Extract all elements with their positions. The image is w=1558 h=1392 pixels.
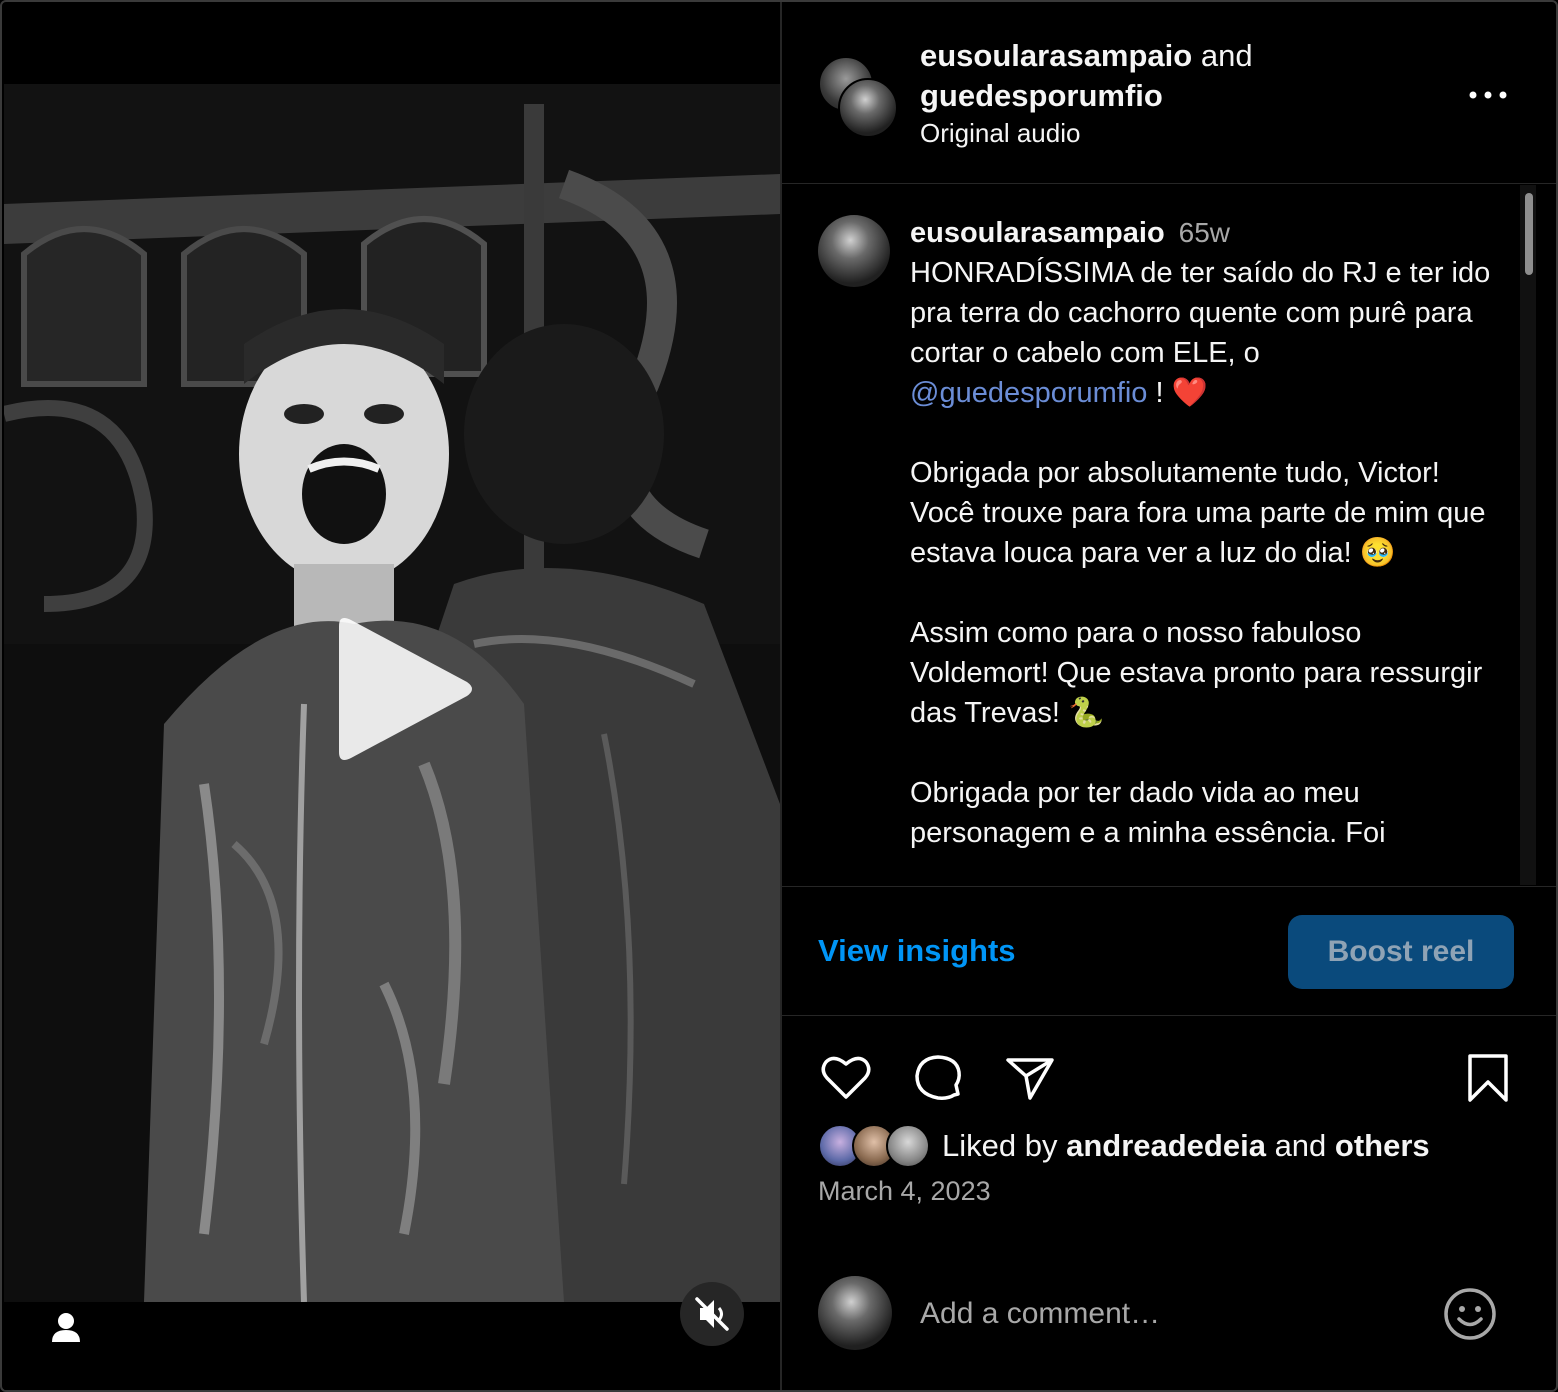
collab-avatars[interactable] bbox=[818, 56, 898, 138]
mention-link[interactable]: @guedesporumfio bbox=[910, 377, 1147, 409]
bookmark-icon[interactable] bbox=[1460, 1050, 1516, 1106]
muted-icon[interactable] bbox=[680, 1282, 744, 1346]
caption-p1-end: ! ❤️ bbox=[1147, 377, 1208, 409]
scrollbar-thumb[interactable] bbox=[1525, 193, 1533, 275]
likes-text: Liked by andreadedeia and others bbox=[942, 1128, 1430, 1164]
caption-scrollbar[interactable] bbox=[1520, 185, 1536, 885]
comment-composer bbox=[782, 1260, 1556, 1370]
caption-text: eusoularasampaio 65w HONRADÍSSIMA de ter … bbox=[910, 213, 1500, 885]
post-header: eusoularasampaio and guedesporumfio Orig… bbox=[782, 2, 1556, 184]
caption-avatar[interactable] bbox=[818, 215, 890, 287]
collab-names: eusoularasampaio and guedesporumfio bbox=[920, 36, 1253, 116]
post-dialog: eusoularasampaio and guedesporumfio Orig… bbox=[0, 0, 1558, 1392]
user-tag-icon[interactable] bbox=[46, 1308, 86, 1348]
heart-icon[interactable] bbox=[818, 1050, 874, 1106]
current-user-avatar bbox=[818, 1276, 892, 1350]
header-username-1[interactable]: eusoularasampaio bbox=[920, 38, 1192, 73]
comment-input[interactable] bbox=[920, 1290, 1400, 1338]
caption-username[interactable]: eusoularasampaio bbox=[910, 217, 1165, 249]
caption-section[interactable]: eusoularasampaio 65w HONRADÍSSIMA de ter … bbox=[782, 185, 1556, 885]
insights-row: View insights Boost reel bbox=[782, 886, 1556, 1016]
boost-reel-button[interactable]: Boost reel bbox=[1288, 915, 1514, 989]
likes-prefix: Liked by bbox=[942, 1128, 1067, 1163]
caption-meta: eusoularasampaio 65w bbox=[910, 213, 1500, 253]
caption-paragraph-3: Assim como para o nosso fabuloso Voldemo… bbox=[910, 617, 1483, 729]
likes-others-link[interactable]: others bbox=[1335, 1128, 1430, 1163]
caption-paragraph-4: Obrigada por ter dado vida ao meu person… bbox=[910, 777, 1386, 849]
header-conjunction: and bbox=[1200, 38, 1253, 73]
header-username-2[interactable]: guedesporumfio bbox=[920, 78, 1163, 113]
comment-icon[interactable] bbox=[910, 1050, 966, 1106]
reel-media[interactable] bbox=[4, 4, 780, 1390]
avatar-user2[interactable] bbox=[838, 78, 898, 138]
play-icon[interactable] bbox=[329, 614, 479, 764]
view-insights-link[interactable]: View insights bbox=[818, 933, 1016, 969]
post-side-panel: eusoularasampaio and guedesporumfio Orig… bbox=[782, 2, 1556, 1390]
caption-paragraph-1: HONRADÍSSIMA de ter saído do RJ e ter id… bbox=[910, 253, 1500, 413]
post-date[interactable]: March 4, 2023 bbox=[818, 1176, 991, 1207]
caption-time[interactable]: 65w bbox=[1179, 217, 1230, 248]
likes-middle: and bbox=[1265, 1128, 1335, 1163]
more-icon[interactable] bbox=[1466, 80, 1510, 110]
caption-paragraph-2: Obrigada por absolutamente tudo, Victor!… bbox=[910, 457, 1486, 569]
audio-link[interactable]: Original audio bbox=[920, 118, 1080, 149]
caption-p1-text: HONRADÍSSIMA de ter saído do RJ e ter id… bbox=[910, 257, 1491, 369]
likes-summary[interactable]: Liked by andreadedeia and others bbox=[818, 1122, 1538, 1172]
liker-username[interactable]: andreadedeia bbox=[1066, 1128, 1266, 1163]
media-footer bbox=[4, 1302, 780, 1390]
liker-avatar-3 bbox=[886, 1124, 930, 1168]
emoji-icon[interactable] bbox=[1442, 1286, 1498, 1342]
share-icon[interactable] bbox=[1002, 1050, 1058, 1106]
